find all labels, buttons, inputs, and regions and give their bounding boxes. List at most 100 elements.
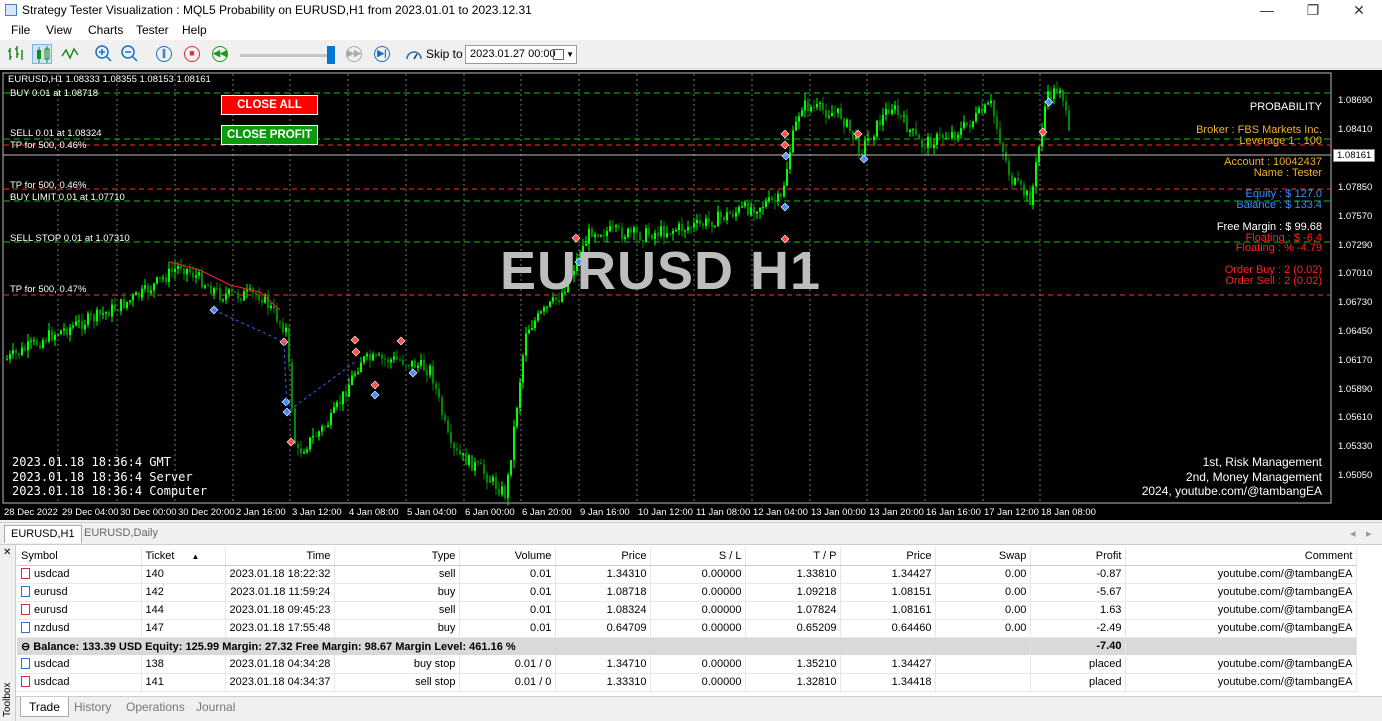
candle-body bbox=[504, 486, 506, 499]
cell-volume: 0.01 bbox=[459, 565, 557, 584]
candle-body bbox=[453, 443, 455, 449]
candle-body bbox=[153, 283, 155, 291]
tab-scroll-right-icon[interactable]: ▸ bbox=[1360, 525, 1378, 543]
candle-body bbox=[111, 304, 113, 317]
cell-cur_price: 1.08151 bbox=[840, 583, 937, 602]
menu-charts[interactable]: Charts bbox=[88, 23, 123, 37]
col-tp[interactable]: T / P bbox=[745, 547, 842, 566]
cell-price: 1.08718 bbox=[555, 583, 652, 602]
skip-to-icon[interactable] bbox=[404, 44, 424, 64]
cell-symbol: nzdusd bbox=[34, 622, 70, 634]
speed-slider-thumb[interactable] bbox=[327, 46, 335, 64]
candle-body bbox=[1065, 101, 1067, 111]
collapse-icon[interactable]: ⊖ bbox=[21, 641, 33, 653]
table-row[interactable]: usdcad 141 2023.01.18 04:34:37 sell stop 0.0… bbox=[17, 673, 1358, 692]
line-chart-icon[interactable] bbox=[60, 44, 80, 64]
tab-trade[interactable]: Trade bbox=[20, 697, 69, 717]
bar-chart-icon[interactable] bbox=[6, 44, 26, 64]
col-time[interactable]: Time bbox=[225, 547, 336, 566]
col-volume[interactable]: Volume bbox=[459, 547, 557, 566]
candle-body bbox=[294, 408, 296, 445]
col-profit[interactable]: Profit bbox=[1030, 547, 1127, 566]
zoom-out-icon[interactable] bbox=[120, 44, 140, 64]
candle-body bbox=[117, 310, 119, 312]
candle-body bbox=[972, 121, 974, 128]
app-icon bbox=[5, 4, 17, 16]
candlestick-icon[interactable] bbox=[32, 44, 52, 64]
col-symbol[interactable]: Symbol bbox=[17, 547, 142, 566]
col-price[interactable]: Price bbox=[555, 547, 652, 566]
step-forward-icon[interactable]: ▶▶ bbox=[346, 46, 362, 62]
speed-slider-track[interactable] bbox=[240, 54, 332, 57]
menu-help[interactable]: Help bbox=[182, 23, 207, 37]
candle-body bbox=[861, 153, 863, 155]
col-ticket[interactable]: Ticket ▲ bbox=[141, 547, 226, 566]
table-row[interactable]: eurusd 142 2023.01.18 11:59:24 buy 0.01 1.087… bbox=[17, 583, 1358, 602]
tab-journal[interactable]: Journal bbox=[188, 697, 243, 717]
col-comment[interactable]: Comment bbox=[1125, 547, 1358, 566]
col-current-price[interactable]: Price bbox=[840, 547, 937, 566]
candle-body bbox=[1029, 190, 1031, 206]
cell-volume: 0.01 bbox=[459, 583, 557, 602]
close-toolbox-icon[interactable]: ✕ bbox=[3, 547, 11, 558]
candle-body bbox=[207, 285, 209, 287]
close-all-button[interactable]: CLOSE ALL bbox=[221, 95, 318, 115]
tab-eurusd-h1[interactable]: EURUSD,H1 bbox=[4, 525, 82, 543]
skip-to-end-icon[interactable]: ▶| bbox=[374, 46, 390, 62]
calendar-icon[interactable] bbox=[553, 49, 564, 60]
table-row[interactable]: usdcad 138 2023.01.18 04:34:28 buy stop 0.01… bbox=[17, 655, 1358, 674]
cell-type: sell stop bbox=[334, 673, 461, 692]
close-window-button[interactable]: ✕ bbox=[1336, 0, 1382, 21]
candle-body bbox=[426, 370, 428, 376]
pause-icon[interactable]: ∥ bbox=[156, 46, 172, 62]
menu-tester[interactable]: Tester bbox=[136, 23, 169, 37]
restore-button[interactable]: ❐ bbox=[1290, 0, 1336, 21]
cell-comment: youtube.com/@tambangEA bbox=[1125, 655, 1358, 674]
cell-symbol-wrap: usdcad bbox=[17, 565, 142, 584]
stop-icon[interactable]: ■ bbox=[184, 46, 200, 62]
tab-operations[interactable]: Operations bbox=[118, 697, 193, 717]
candle-body bbox=[792, 130, 794, 153]
candle-body bbox=[1035, 162, 1037, 187]
table-row[interactable]: eurusd 144 2023.01.18 09:45:23 sell 0.01 1.08… bbox=[17, 601, 1358, 620]
sell-marker bbox=[780, 129, 790, 139]
menu-file[interactable]: File bbox=[11, 23, 30, 37]
candle-body bbox=[633, 227, 635, 233]
close-profit-button[interactable]: CLOSE PROFIT bbox=[221, 125, 318, 145]
price-chart[interactable]: EURUSD,H1 1.08333 1.08355 1.08153 1.0816… bbox=[0, 70, 1382, 520]
table-row[interactable]: nzdusd 147 2023.01.18 17:55:48 buy 0.01 0.647… bbox=[17, 619, 1358, 638]
price-tick: 1.05890 bbox=[1338, 384, 1373, 395]
server-time: 2023.01.18 18:36:4 Server bbox=[12, 470, 193, 484]
minimize-button[interactable]: — bbox=[1244, 0, 1290, 21]
skip-to-date-input[interactable]: 2023.01.27 00:00 ▼ bbox=[465, 45, 577, 64]
buy-marker bbox=[1044, 97, 1054, 107]
candle-body bbox=[1017, 178, 1019, 181]
candle-body bbox=[399, 359, 401, 361]
candle-body bbox=[63, 328, 65, 331]
menu-view[interactable]: View bbox=[46, 23, 72, 37]
col-swap[interactable]: Swap bbox=[935, 547, 1032, 566]
toolbox-tab-bar: Trade History Operations Journal bbox=[16, 696, 1382, 720]
candle-body bbox=[672, 230, 674, 234]
candle-body bbox=[1053, 88, 1055, 100]
tab-eurusd-daily[interactable]: EURUSD,Daily bbox=[78, 525, 164, 543]
candle-body bbox=[615, 225, 617, 228]
sell-order-icon bbox=[21, 568, 30, 579]
candle-body bbox=[465, 452, 467, 466]
candle-body bbox=[1038, 146, 1040, 163]
cell-cur_price: 1.34427 bbox=[840, 565, 937, 584]
col-type[interactable]: Type bbox=[334, 547, 461, 566]
candle-body bbox=[510, 460, 512, 475]
candle-body bbox=[702, 223, 704, 226]
tab-scroll-left-icon[interactable]: ◂ bbox=[1344, 525, 1362, 543]
candle-body bbox=[786, 169, 788, 186]
candle-body bbox=[729, 212, 731, 214]
candle-body bbox=[12, 350, 14, 355]
zoom-in-icon[interactable] bbox=[94, 44, 114, 64]
col-sl[interactable]: S / L bbox=[650, 547, 747, 566]
table-row[interactable]: usdcad 140 2023.01.18 18:22:32 sell 0.01 1.34… bbox=[17, 565, 1358, 584]
tab-history[interactable]: History bbox=[66, 697, 119, 717]
candle-body bbox=[42, 340, 44, 348]
chevron-down-icon[interactable]: ▼ bbox=[566, 46, 574, 63]
rewind-icon[interactable]: ◀◀ bbox=[212, 46, 228, 62]
